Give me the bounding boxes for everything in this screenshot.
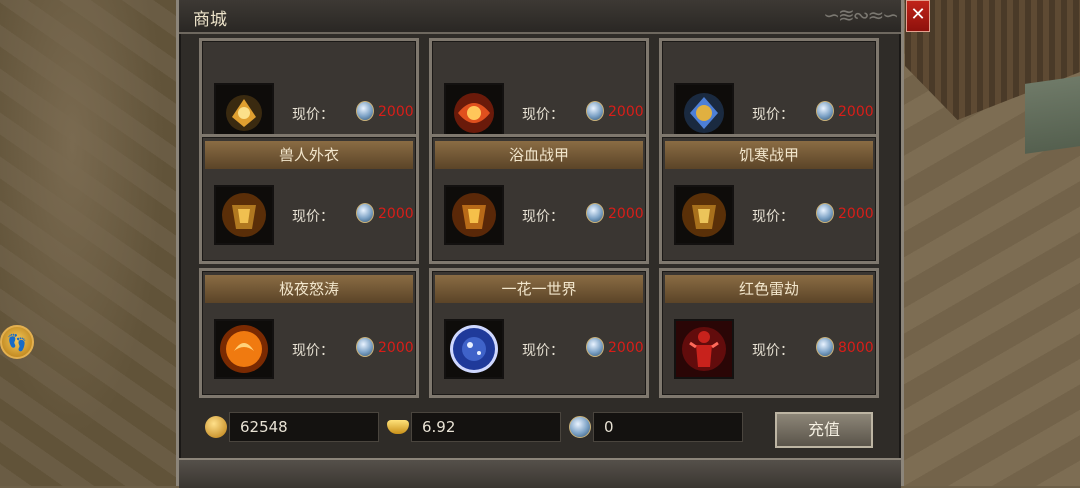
price-value: 8000: [838, 340, 874, 356]
price-label: 现价：: [522, 343, 564, 359]
close-icon[interactable]: ✕: [906, 0, 930, 32]
gem-icon: [816, 337, 834, 357]
price-value: 2000: [838, 104, 874, 120]
price-label: 现价：: [752, 209, 794, 225]
game-world-left: [0, 0, 180, 486]
gem-balance: 0: [593, 412, 743, 442]
shop-item-9[interactable]: 红色雷劫 现价： 8000: [659, 268, 879, 398]
frost-armor-icon: [674, 185, 734, 245]
shop-item-7[interactable]: 极夜怒涛 现价： 2000: [199, 268, 419, 398]
shop-window: 商城 ∽≋∾≈∽ 现价： 2000 现价： 2000 现价： 2000 兽人外衣…: [176, 0, 904, 488]
dragon-ornament-icon: ∽≋∾≈∽: [823, 3, 899, 27]
fire-orb-icon: [214, 319, 274, 379]
bloodbath-armor-icon: [444, 185, 504, 245]
price-value: 2000: [378, 340, 414, 356]
item-name: 一花一世界: [435, 275, 643, 303]
price-value: 2000: [608, 206, 644, 222]
gem-icon: [356, 101, 374, 121]
price-label: 现价：: [292, 343, 334, 359]
shop-title: 商城: [193, 10, 227, 30]
gem-icon: [356, 337, 374, 357]
shop-item-6[interactable]: 饥寒战甲 现价： 2000: [659, 134, 879, 264]
price-label: 现价：: [752, 343, 794, 359]
hut-cloth: [1025, 76, 1080, 154]
gem-icon: [586, 101, 604, 121]
window-bottom-edge: [179, 458, 901, 488]
gem-icon: [356, 203, 374, 223]
price-label: 现价：: [752, 107, 794, 123]
gem-icon: [586, 337, 604, 357]
gold-coin-icon: [205, 416, 227, 438]
shop-item-8[interactable]: 一花一世界 现价： 2000: [429, 268, 649, 398]
item-name: 浴血战甲: [435, 141, 643, 169]
item-name: 兽人外衣: [205, 141, 413, 169]
gem-icon: [569, 416, 591, 438]
item-name: 红色雷劫: [665, 275, 873, 303]
item-name: 极夜怒涛: [205, 275, 413, 303]
price-label: 现价：: [292, 209, 334, 225]
price-value: 2000: [378, 104, 414, 120]
price-label: 现价：: [522, 209, 564, 225]
item-name: 饥寒战甲: [665, 141, 873, 169]
shop-item-5[interactable]: 浴血战甲 现价： 2000: [429, 134, 649, 264]
gold-balance: 62548: [229, 412, 379, 442]
gem-icon: [586, 203, 604, 223]
price-label: 现价：: [522, 107, 564, 123]
blue-orb-icon: [444, 319, 504, 379]
gold-ingot-icon: [387, 420, 409, 434]
price-value: 2000: [378, 206, 414, 222]
gem-icon: [816, 203, 834, 223]
price-value: 2000: [838, 206, 874, 222]
currency-bar: 62548 6.92 0 充值: [199, 406, 887, 450]
footprint-icon[interactable]: 👣: [0, 325, 34, 359]
shop-titlebar[interactable]: 商城 ∽≋∾≈∽: [179, 0, 901, 34]
ingot-balance: 6.92: [411, 412, 561, 442]
price-value: 2000: [608, 340, 644, 356]
red-thunder-figure-icon: [674, 319, 734, 379]
recharge-button[interactable]: 充值: [775, 412, 873, 448]
price-value: 2000: [608, 104, 644, 120]
price-label: 现价：: [292, 107, 334, 123]
gem-icon: [816, 101, 834, 121]
shop-item-4[interactable]: 兽人外衣 现价： 2000: [199, 134, 419, 264]
orc-armor-icon: [214, 185, 274, 245]
